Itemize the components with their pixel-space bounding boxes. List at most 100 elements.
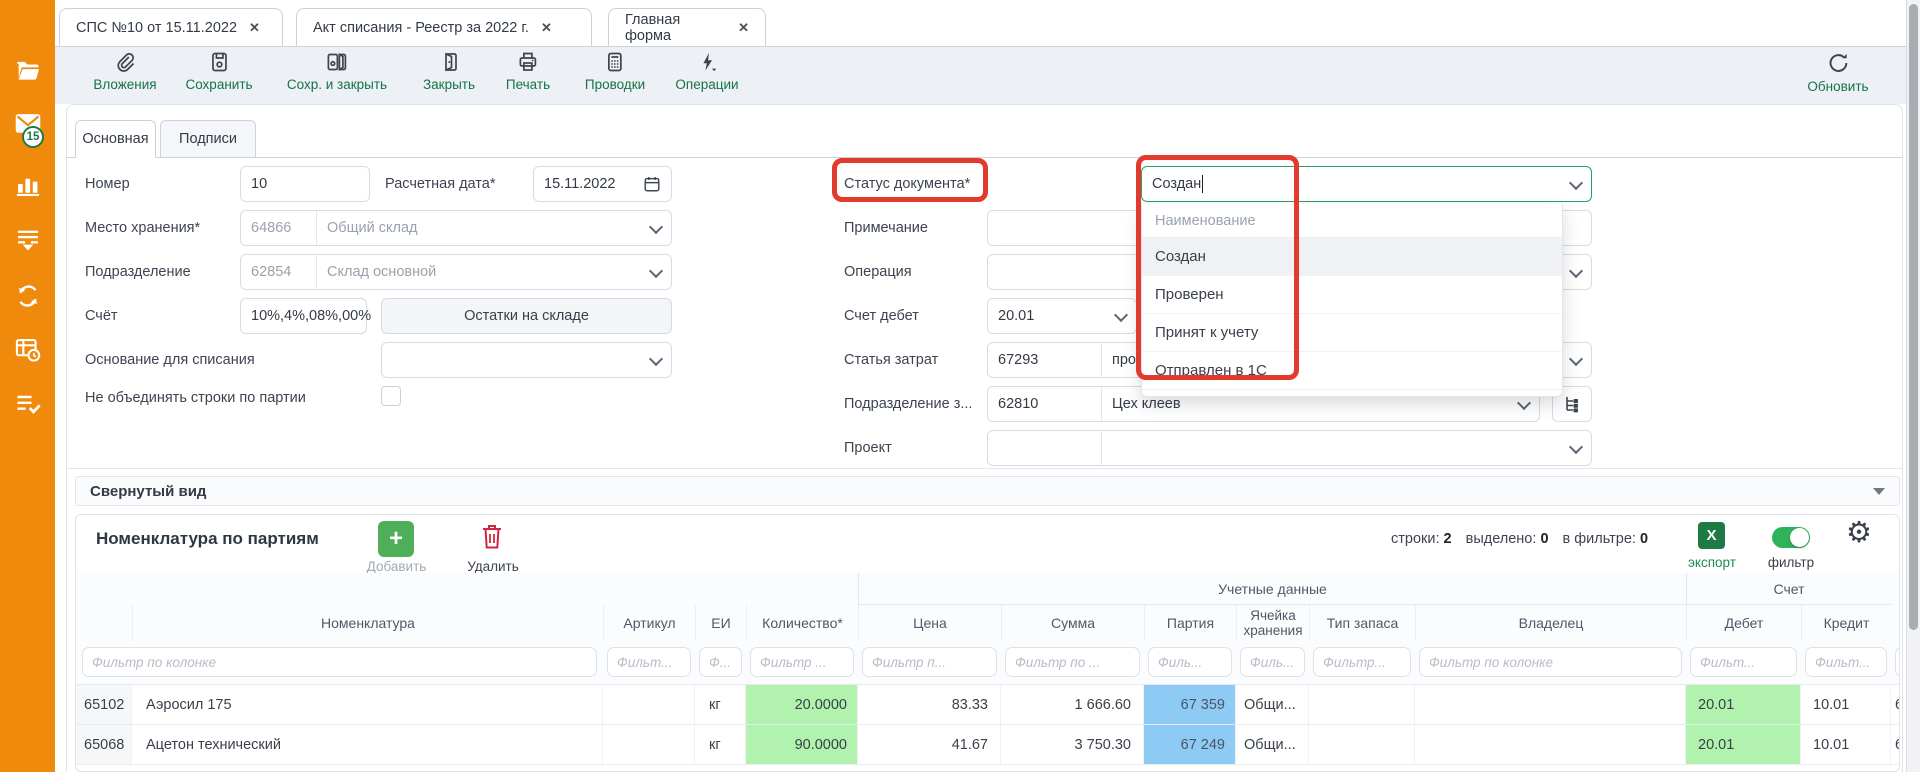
cell-credit: 10.01 [1801,685,1891,724]
scrollbar-thumb[interactable] [1909,4,1918,630]
cell-owner [1415,685,1686,724]
vertical-scrollbar[interactable] [1906,0,1920,772]
bar-chart-icon[interactable] [14,170,42,198]
filter-input-sum[interactable]: Фильтр по ... [1005,647,1140,677]
close-icon[interactable]: ✕ [249,20,260,36]
cell-debit: 20.01 [1686,685,1801,724]
filter-input-sku[interactable]: Фильт... [607,647,691,677]
sync-icon[interactable] [14,282,42,310]
excel-export-icon[interactable]: X [1698,522,1725,549]
dropdown-option-accepted[interactable]: Принят к учету [1142,314,1562,352]
cell-qty: 90.0000 [746,725,858,764]
filter-toggle[interactable] [1772,527,1810,548]
stock-balance-button[interactable]: Остатки на складе [381,298,672,334]
close-button[interactable]: Закрыть [423,50,475,92]
doc-tab-main-form[interactable]: Главная форма ✕ [608,8,766,46]
chevron-down-icon [1569,175,1583,189]
calc-date-input[interactable]: 15.11.2022 [533,166,672,202]
table-row[interactable]: 65102 Аэросил 175 кг 20.0000 83.33 1 666… [76,685,1899,725]
add-row-button[interactable]: + [378,521,414,557]
col-header-batch[interactable]: Партия [1144,605,1236,641]
doc-tab-register[interactable]: Акт списания - Реестр за 2022 г. ✕ [296,8,592,46]
project-label: Проект [844,438,892,458]
col-header-credit[interactable]: Кредит [1801,605,1891,641]
project-select[interactable] [987,430,1592,466]
cell-batch: 67 359 [1144,685,1236,724]
writeoff-reason-select[interactable] [381,342,672,378]
filtered-count: 0 [1640,531,1648,547]
account-input[interactable]: 10%,4%,08%,00% [240,298,367,334]
gear-icon[interactable]: ⚙ [1846,519,1872,548]
cell-name: Ацетон технический [132,725,603,764]
refresh-button[interactable]: Обновить [1807,50,1868,94]
chevron-down-icon [649,351,663,365]
cell-unit: кг [695,725,746,764]
dropdown-option-created[interactable]: Создан [1142,238,1562,276]
collapse-caret-icon[interactable] [1873,488,1885,495]
group-header-accounting: Учетные данные [858,573,1686,605]
filter-input-bin[interactable]: Филь... [1240,647,1305,677]
filter-input-debit[interactable]: Фильт... [1690,647,1797,677]
filter-input-batch[interactable]: Филь... [1148,647,1232,677]
cell-bin: Общи... [1236,725,1309,764]
chevron-down-icon [1569,351,1583,365]
cost-item-label: Статья затрат [844,350,938,370]
number-input[interactable]: 10 [240,166,370,202]
attachments-button[interactable]: Вложения [93,50,156,92]
col-header-qty[interactable]: Количество* [746,605,858,641]
collapsed-view-bar[interactable]: Свернутый вид [75,476,1900,506]
operations-button[interactable]: Операции [675,50,738,92]
table-row[interactable]: 65068 Ацетон технический кг 90.0000 41.6… [76,725,1899,765]
filter-input-credit[interactable]: Фильт... [1805,647,1887,677]
col-header-sum[interactable]: Сумма [1001,605,1144,641]
col-header-bin[interactable]: Ячейка хранения [1236,605,1309,641]
writeoff-reason-label: Основание для списания [85,350,255,370]
cell-id: 65068 [76,725,132,764]
filter-input-owner[interactable]: Фильтр по колонке [1419,647,1682,677]
filter-input-stock-type[interactable]: Фильтр... [1313,647,1411,677]
cell-debit: 20.01 [1686,725,1801,764]
tab-signatures[interactable]: Подписи [160,120,256,158]
save-and-close-button[interactable]: Сохр. и закрыть [287,50,387,92]
col-header-stock-type[interactable]: Тип запаса [1309,605,1415,641]
col-header-debit[interactable]: Дебет [1686,605,1801,641]
col-header-name[interactable]: Номенклатура [132,605,603,641]
save-button[interactable]: Сохранить [185,50,252,92]
no-merge-checkbox[interactable] [381,386,401,406]
filter-input-cut[interactable] [1895,647,1900,677]
dropdown-option-sent-1c[interactable]: Отправлен в 1С [1142,352,1562,390]
toggle-knob [1790,528,1809,547]
filter-input-qty[interactable]: Фильтр ... [750,647,854,677]
dropdown-option-checked[interactable]: Проверен [1142,276,1562,314]
doc-tab-sps[interactable]: СПС №10 от 15.11.2022 ✕ [59,8,283,46]
col-header-price[interactable]: Цена [858,605,1001,641]
filter-input-name[interactable]: Фильтр по колонке [82,647,597,677]
schedule-table-icon[interactable] [14,336,42,364]
trash-icon[interactable] [480,523,504,551]
chevron-down-icon [649,263,663,277]
close-icon[interactable]: ✕ [738,20,749,36]
filter-input-price[interactable]: Фильтр п... [862,647,997,677]
status-combobox[interactable]: Создан [1141,166,1592,202]
filter-input-unit[interactable]: Ф... [699,647,742,677]
tab-main[interactable]: Основная [75,120,156,158]
department-select[interactable]: 62854 Склад основной [240,254,672,290]
col-header-owner[interactable]: Владелец [1415,605,1686,641]
cell-cut: 6 [1891,725,1900,764]
folder-icon[interactable] [14,56,42,84]
close-icon[interactable]: ✕ [541,20,552,36]
debit-account-select[interactable]: 20.01 [987,298,1137,334]
nomenclature-grid-panel: Номенклатура по партиям + Добавить Удали… [75,514,1900,772]
col-header-unit[interactable]: ЕИ [695,605,746,641]
group-header-account: Счет [1686,573,1891,605]
storage-select[interactable]: 64866 Общий склад [240,210,672,246]
filter-toggle-label: фильтр [1756,555,1826,570]
col-header-sku[interactable]: Артикул [603,605,695,641]
calendar-icon[interactable] [643,175,661,193]
print-button[interactable]: Печать [506,50,550,92]
postings-button[interactable]: Проводки [585,50,645,92]
tasks-check-icon[interactable] [14,390,42,418]
excel-export-label: экспорт [1672,555,1752,570]
print-queue-icon[interactable] [14,226,42,254]
cell-owner [1415,725,1686,764]
